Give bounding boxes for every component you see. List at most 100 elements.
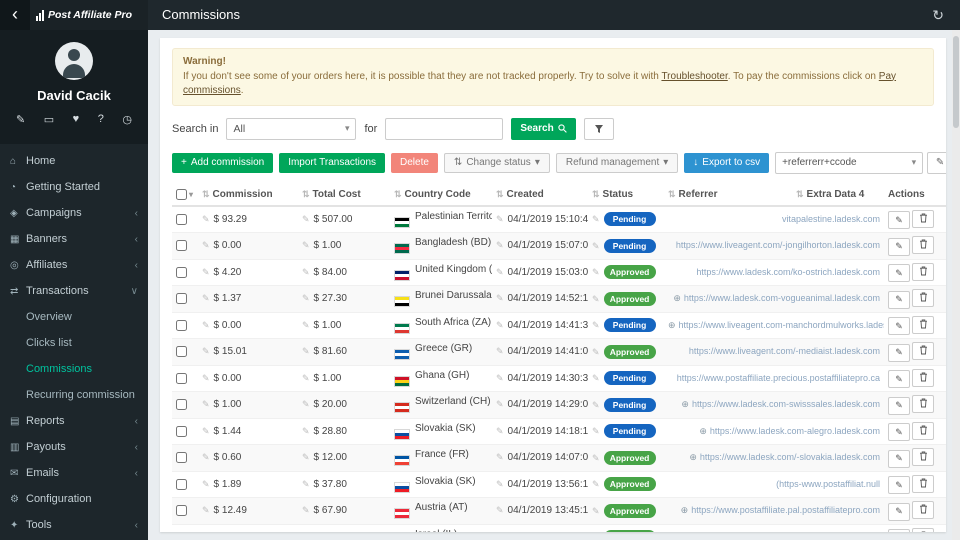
add-commission-button[interactable]: + Add commission xyxy=(172,153,273,173)
column-header-referrer[interactable]: ⇅Referrer xyxy=(664,184,792,206)
edit-row-button[interactable]: ✎ xyxy=(888,238,910,256)
edit-pencil-icon[interactable]: ✎ xyxy=(302,267,310,277)
edit-pencil-icon[interactable]: ✎ xyxy=(592,426,600,436)
session-clock-icon[interactable]: ◷ xyxy=(122,113,132,126)
edit-pencil-icon[interactable]: ✎ xyxy=(202,426,210,436)
edit-pencil-icon[interactable]: ✎ xyxy=(592,320,600,330)
edit-pencil-icon[interactable]: ✎ xyxy=(302,399,310,409)
back-button[interactable]: ‹ xyxy=(0,0,30,30)
search-in-select[interactable]: All ▾ xyxy=(226,118,356,140)
display-icon[interactable]: ▭ xyxy=(44,113,54,126)
sidebar-item-reports[interactable]: ▤Reports‹ xyxy=(0,408,148,434)
edit-pencil-icon[interactable]: ✎ xyxy=(496,505,504,515)
edit-pencil-icon[interactable]: ✎ xyxy=(592,373,600,383)
edit-pencil-icon[interactable]: ✎ xyxy=(592,453,600,463)
edit-row-button[interactable]: ✎ xyxy=(888,529,910,532)
select-all-checkbox[interactable] xyxy=(176,189,187,200)
sidebar-item-recurring-commission-rules[interactable]: Recurring commission rules xyxy=(0,382,148,408)
help-icon[interactable]: ? xyxy=(98,113,104,126)
sidebar-item-getting-started[interactable]: ◔Getting Started xyxy=(0,174,148,200)
edit-pencil-icon[interactable]: ✎ xyxy=(496,373,504,383)
edit-pencil-icon[interactable]: ✎ xyxy=(496,452,504,462)
delete-row-button[interactable] xyxy=(912,316,934,334)
referrer-link[interactable]: vitapalestine.ladesk.com xyxy=(782,214,880,224)
sidebar-item-banners[interactable]: ▦Banners‹ xyxy=(0,226,148,252)
edit-pencil-icon[interactable]: ✎ xyxy=(496,293,504,303)
referrer-link[interactable]: https://www.ladesk.com/ko-ostrich.ladesk… xyxy=(696,267,880,277)
sidebar-item-affiliates[interactable]: ◎Affiliates‹ xyxy=(0,252,148,278)
favorites-icon[interactable]: ♥ xyxy=(73,113,80,126)
column-header-total-cost[interactable]: ⇅Total Cost xyxy=(298,184,390,206)
delete-row-button[interactable] xyxy=(912,448,934,466)
delete-row-button[interactable] xyxy=(912,289,934,307)
edit-pencil-icon[interactable]: ✎ xyxy=(302,373,310,383)
sidebar-item-commissions[interactable]: Commissions xyxy=(0,356,148,382)
referrer-link[interactable]: https://www.liveagent.com/-mediaist.lade… xyxy=(689,346,880,356)
edit-pencil-icon[interactable]: ✎ xyxy=(496,267,504,277)
edit-pencil-icon[interactable]: ✎ xyxy=(202,399,210,409)
edit-pencil-icon[interactable]: ✎ xyxy=(592,347,600,357)
refresh-icon[interactable]: ↻ xyxy=(916,0,960,30)
row-checkbox[interactable] xyxy=(176,240,187,251)
sidebar-item-transactions[interactable]: ⇄Transactions∨ xyxy=(0,278,148,304)
column-header-status[interactable]: ⇅Status xyxy=(588,184,664,206)
edit-pencil-icon[interactable]: ✎ xyxy=(302,240,310,250)
sidebar-item-configuration[interactable]: ⚙Configuration xyxy=(0,486,148,512)
delete-row-button[interactable] xyxy=(912,210,934,228)
edit-pencil-icon[interactable]: ✎ xyxy=(302,293,310,303)
sidebar-item-home[interactable]: ⌂Home xyxy=(0,148,148,174)
edit-row-button[interactable]: ✎ xyxy=(888,450,910,468)
sidebar-item-tools[interactable]: ✦Tools‹ xyxy=(0,512,148,538)
edit-row-button[interactable]: ✎ xyxy=(888,317,910,335)
row-checkbox[interactable] xyxy=(176,267,187,278)
delete-row-button[interactable] xyxy=(912,236,934,254)
row-checkbox[interactable] xyxy=(176,479,187,490)
scrollbar-thumb[interactable] xyxy=(953,36,959,128)
sidebar-item-emails[interactable]: ✉Emails‹ xyxy=(0,460,148,486)
delete-row-button[interactable] xyxy=(912,369,934,387)
edit-pencil-icon[interactable]: ✎ xyxy=(202,267,210,277)
edit-row-button[interactable]: ✎ xyxy=(888,476,910,494)
row-checkbox[interactable] xyxy=(176,452,187,463)
column-header-extra-data-4[interactable]: ⇅Extra Data 4 xyxy=(792,184,884,206)
edit-pencil-icon[interactable]: ✎ xyxy=(496,240,504,250)
edit-row-button[interactable]: ✎ xyxy=(888,423,910,441)
edit-pencil-icon[interactable]: ✎ xyxy=(302,426,310,436)
edit-pencil-icon[interactable]: ✎ xyxy=(202,293,210,303)
delete-row-button[interactable] xyxy=(912,501,934,519)
edit-pencil-icon[interactable]: ✎ xyxy=(202,320,210,330)
troubleshooter-link[interactable]: Troubleshooter xyxy=(661,71,727,82)
column-header-created[interactable]: ⇅Created xyxy=(492,184,588,206)
row-checkbox[interactable] xyxy=(176,505,187,516)
referrer-link[interactable]: https://www.ladesk.com/-slovakia.ladesk.… xyxy=(700,452,880,462)
row-checkbox[interactable] xyxy=(176,346,187,357)
delete-row-button[interactable] xyxy=(912,422,934,440)
refund-management-button[interactable]: Refund management ▾ xyxy=(556,153,678,173)
delete-button[interactable]: Delete xyxy=(391,153,438,173)
edit-row-button[interactable]: ✎ xyxy=(888,344,910,362)
edit-pencil-icon[interactable]: ✎ xyxy=(202,479,210,489)
export-csv-button[interactable]: ↓ Export to csv xyxy=(684,153,769,173)
edit-pencil-icon[interactable]: ✎ xyxy=(202,373,210,383)
row-checkbox[interactable] xyxy=(176,373,187,384)
edit-pencil-icon[interactable]: ✎ xyxy=(202,240,210,250)
change-status-button[interactable]: ⇅ Change status ▾ xyxy=(444,153,550,173)
referrer-link[interactable]: https://www.postaffiliate.precious.posta… xyxy=(677,373,880,383)
search-button[interactable]: Search xyxy=(511,118,575,140)
edit-pencil-icon[interactable]: ✎ xyxy=(202,214,210,224)
referrer-link[interactable]: https://www.ladesk.com-swisssales.ladesk… xyxy=(692,399,880,409)
delete-row-button[interactable] xyxy=(912,475,934,493)
row-checkbox[interactable] xyxy=(176,293,187,304)
edit-pencil-icon[interactable]: ✎ xyxy=(202,505,210,515)
delete-row-button[interactable] xyxy=(912,395,934,413)
delete-row-button[interactable] xyxy=(912,342,934,360)
edit-pencil-icon[interactable]: ✎ xyxy=(496,214,504,224)
referrer-link[interactable]: https://www.liveagent.com-manchordmulwor… xyxy=(679,320,884,330)
edit-pencil-icon[interactable]: ✎ xyxy=(496,320,504,330)
brand-logo[interactable]: Post Affiliate Pro xyxy=(30,0,148,30)
referrer-link[interactable]: https://www.postaffiliate.pal.postaffili… xyxy=(691,505,880,515)
column-header-commission[interactable]: ⇅Commission xyxy=(198,184,298,206)
edit-pencil-icon[interactable]: ✎ xyxy=(302,505,310,515)
edit-pencil-icon[interactable]: ✎ xyxy=(496,479,504,489)
edit-pencil-icon[interactable]: ✎ xyxy=(592,506,600,516)
